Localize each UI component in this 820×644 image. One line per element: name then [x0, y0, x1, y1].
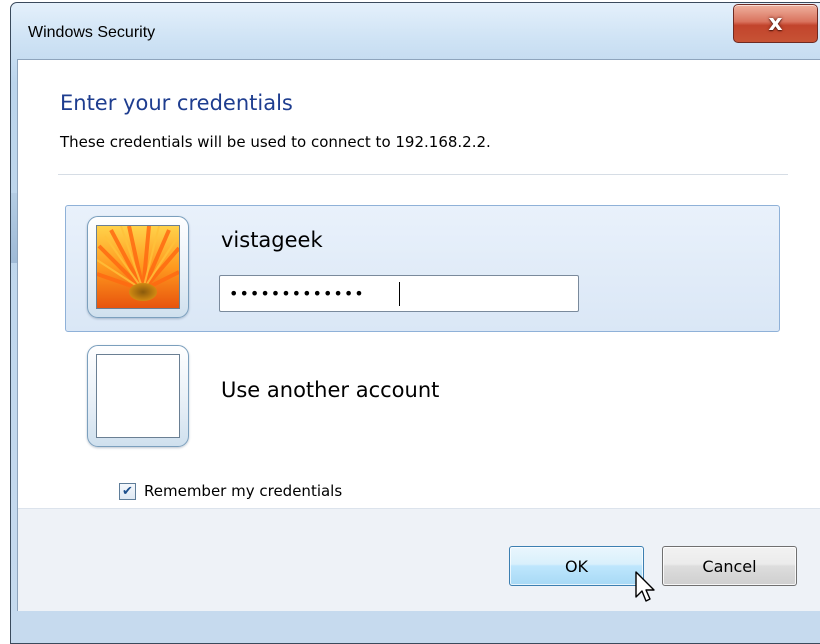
separator [58, 174, 788, 175]
dialog-client-area: Enter your credentials These credentials… [17, 59, 820, 611]
avatar-vistageek [87, 216, 189, 318]
blank-user-picture-icon [96, 354, 180, 438]
mouse-pointer-icon [635, 571, 655, 602]
window-title: Windows Security [28, 24, 156, 41]
ok-button[interactable]: OK [509, 546, 644, 586]
dialog-subtext: These credentials will be used to connec… [60, 133, 491, 151]
use-another-account-option[interactable]: Use another account [221, 378, 439, 402]
text-caret [399, 282, 400, 306]
avatar-another-account[interactable] [87, 345, 189, 447]
close-icon: x [768, 10, 783, 36]
account-username: vistageek [221, 228, 323, 252]
flower-picture-icon [96, 225, 180, 309]
dialog-heading: Enter your credentials [60, 91, 293, 115]
close-button[interactable]: x [733, 4, 818, 43]
remember-credentials-checkbox[interactable]: ✔ [119, 483, 136, 500]
remember-credentials-label[interactable]: Remember my credentials [144, 482, 342, 500]
cancel-button[interactable]: Cancel [662, 546, 797, 586]
checkmark-icon: ✔ [122, 484, 133, 499]
